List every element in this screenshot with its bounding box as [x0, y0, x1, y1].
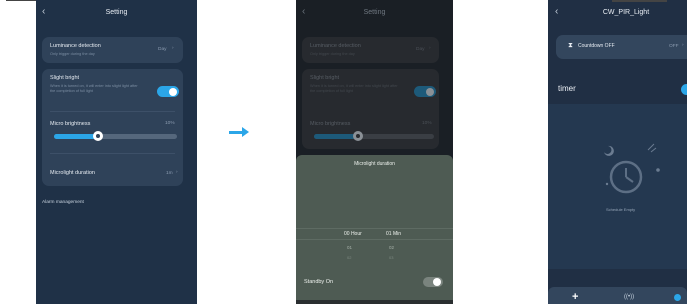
left-caption	[0, 0, 36, 4]
bottom-action-bar	[548, 287, 687, 304]
luminance-detection-subtitle: Only trigger during the day	[310, 52, 355, 56]
hourglass-icon: ⧗	[568, 42, 573, 49]
sheet-bottom-edge	[296, 300, 453, 304]
wireless-icon[interactable]: ((•))	[624, 294, 634, 300]
standby-label: Standby On	[304, 279, 334, 285]
luminance-detection-label: Luminance detection	[50, 43, 101, 49]
page-title: Setting	[363, 9, 386, 16]
picker-divider	[296, 228, 453, 229]
micro-brightness-slider-track[interactable]	[54, 131, 177, 141]
toggle-knob	[426, 87, 434, 96]
min-picker-selected[interactable]: 01 Min	[386, 231, 401, 237]
chevron-right-icon: ›	[176, 170, 178, 175]
micro-brightness-slider-thumb[interactable]	[353, 131, 363, 141]
duration-bottom-sheet: Microlight duration 00 Hour 01 Min 01 02…	[296, 155, 453, 304]
slight-bright-label: Slight bright	[310, 75, 340, 81]
page-title: Setting	[105, 9, 128, 16]
slight-bright-toggle[interactable]	[414, 86, 436, 97]
micro-brightness-slider-fill	[54, 134, 98, 139]
cw-pir-light-screen: ‹ CW_PIR_Light ⧗ Countdown OFF OFF › tim…	[548, 0, 687, 304]
sheet-title: Microlight duration	[354, 161, 395, 167]
slight-bright-card: Slight bright When it is turned on, it w…	[42, 69, 183, 186]
micro-brightness-slider-thumb[interactable]	[93, 131, 103, 141]
toggle-knob	[433, 278, 441, 286]
micro-brightness-slider-fill	[314, 134, 358, 139]
countdown-card[interactable]: ⧗ Countdown OFF OFF ›	[556, 35, 687, 59]
luminance-detection-subtitle: Only trigger during the day	[50, 52, 95, 56]
toggle-knob	[169, 87, 177, 96]
right-caption	[612, 0, 687, 3]
settings-screen: ‹ Setting Luminance detection Only trigg…	[36, 0, 197, 304]
slight-bright-card: Slight bright When it is turned on, it w…	[302, 69, 439, 149]
luminance-detection-value: Day	[158, 47, 167, 52]
timer-toggle[interactable]	[681, 84, 687, 95]
schedule-empty-text: Schedule Empty	[606, 207, 636, 212]
chevron-right-icon: ›	[172, 46, 174, 51]
microlight-duration-value: 1m	[166, 171, 173, 176]
picker-divider	[296, 239, 453, 240]
min-picker-option[interactable]: 03	[389, 255, 393, 260]
micro-brightness-value: 10%	[165, 121, 175, 126]
microlight-duration-screen: ‹ Setting Luminance detection Only trigg…	[296, 0, 453, 304]
slight-bright-label: Slight bright	[50, 75, 80, 81]
timer-label: timer	[558, 84, 576, 93]
blue-action-icon[interactable]	[674, 294, 681, 301]
micro-brightness-slider-track[interactable]	[314, 131, 434, 141]
alarm-management-link[interactable]: Alarm management	[42, 200, 84, 205]
micro-brightness-label: Micro brightness	[310, 121, 351, 127]
transition-arrow-shaft	[229, 131, 243, 134]
arrow-right-icon	[242, 127, 249, 137]
hour-picker-option[interactable]: 02	[347, 255, 351, 260]
luminance-detection-value: Day	[416, 47, 425, 52]
luminance-detection-card[interactable]: Luminance detection Only trigger during …	[302, 37, 439, 63]
page-title: CW_PIR_Light	[602, 9, 650, 16]
slight-bright-description: When it is turned on, it will enter into…	[310, 84, 398, 93]
hour-picker-selected[interactable]: 00 Hour	[344, 231, 362, 237]
slight-bright-description: When it is turned on, it will enter into…	[50, 84, 138, 93]
chevron-right-icon: ›	[682, 43, 684, 48]
min-picker-option[interactable]: 02	[389, 245, 394, 250]
add-icon[interactable]: +	[572, 291, 578, 303]
standby-toggle[interactable]	[423, 277, 443, 287]
luminance-detection-label: Luminance detection	[310, 43, 361, 49]
countdown-label: Countdown OFF	[578, 43, 615, 49]
microlight-duration-label[interactable]: Microlight duration	[50, 170, 95, 176]
divider	[50, 111, 175, 112]
slight-bright-toggle[interactable]	[157, 86, 179, 97]
micro-brightness-value: 10%	[422, 121, 432, 126]
back-button[interactable]: ‹	[555, 6, 558, 17]
chevron-right-icon: ›	[429, 46, 431, 51]
empty-schedule-illustration	[604, 143, 660, 194]
hour-picker-option[interactable]: 01	[347, 245, 352, 250]
micro-brightness-label: Micro brightness	[50, 121, 91, 127]
countdown-value: OFF	[669, 44, 679, 49]
luminance-detection-card[interactable]: Luminance detection Only trigger during …	[42, 37, 183, 63]
divider	[50, 153, 175, 154]
